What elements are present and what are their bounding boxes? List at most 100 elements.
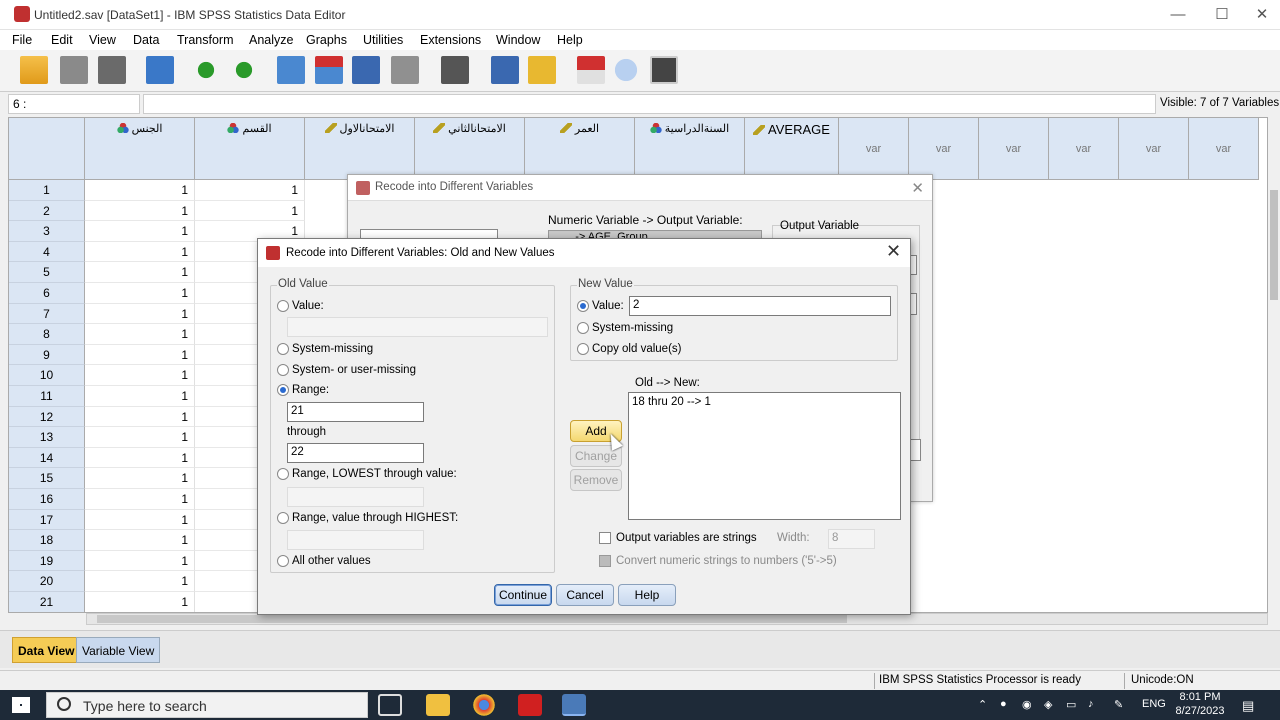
old-new-dialog-close-icon[interactable]: ✕ [886,241,901,262]
empty-var-column-header[interactable]: var [839,118,909,180]
row-header[interactable]: 17 [9,509,85,531]
empty-var-column-header[interactable]: var [1189,118,1259,180]
row-header[interactable]: 15 [9,468,85,489]
row-header[interactable]: 18 [9,530,85,551]
old-new-mappings-list[interactable]: 18 thru 20 --> 1 [628,392,901,520]
table-cell[interactable]: 1 [85,592,195,612]
menu-graphs[interactable]: Graphs [306,33,347,47]
menu-analyze[interactable]: Analyze [249,33,293,47]
width-input[interactable]: 8 [828,529,875,549]
row-header[interactable]: 10 [9,365,85,386]
undo-icon[interactable] [192,56,220,84]
table-cell[interactable]: 1 [85,550,195,572]
table-cell[interactable]: 1 [85,571,195,592]
print-icon[interactable] [98,56,126,84]
taskbar-search[interactable]: Type here to search [46,692,368,718]
task-view-icon[interactable] [378,694,402,716]
row-header[interactable]: 16 [9,489,85,510]
close-button[interactable]: ✕ [1242,4,1280,26]
menu-window[interactable]: Window [496,33,540,47]
windows-start-icon[interactable] [12,697,30,713]
range-lowest-input[interactable] [287,487,424,507]
table-cell[interactable]: 1 [85,489,195,510]
use-sets-icon[interactable] [612,56,640,84]
recode-dialog-close-icon[interactable]: ✕ [911,179,924,197]
column-header-1[interactable]: الجنس [85,118,195,180]
empty-var-column-header[interactable]: var [909,118,979,180]
column-header-3[interactable]: الامتحانالاول [305,118,415,180]
language-indicator[interactable]: ENG [1142,698,1166,710]
row-header[interactable]: 20 [9,571,85,592]
table-cell[interactable]: 1 [85,468,195,489]
table-cell[interactable]: 1 [85,283,195,304]
continue-button[interactable]: Continue [494,584,552,606]
notifications-icon[interactable]: ▤ [1242,698,1254,714]
table-cell[interactable]: 1 [85,386,195,407]
row-header[interactable]: 5 [9,262,85,283]
chrome-icon[interactable] [472,694,496,716]
table-cell[interactable]: 1 [195,200,305,222]
row-header[interactable]: 14 [9,447,85,469]
table-cell[interactable]: 1 [85,447,195,469]
column-header-7[interactable]: AVERAGE [745,118,839,180]
row-header[interactable]: 3 [9,221,85,242]
row-header[interactable]: 1 [9,180,85,201]
row-header[interactable]: 11 [9,386,85,407]
vertical-scrollbar[interactable] [1268,178,1280,610]
row-header[interactable]: 7 [9,303,85,325]
row-header[interactable]: 12 [9,406,85,428]
table-cell[interactable]: 1 [85,324,195,345]
table-cell[interactable]: 1 [85,303,195,325]
table-cell[interactable]: 1 [85,221,195,242]
row-header[interactable]: 6 [9,283,85,304]
cancel-button[interactable]: Cancel [556,584,614,606]
show-hidden-icons-icon[interactable]: ⌃ [978,698,987,711]
redo-icon[interactable] [230,56,258,84]
column-header-5[interactable]: العمر [525,118,635,180]
remove-button[interactable]: Remove [570,469,622,491]
mapping-item[interactable]: 18 thru 20 --> 1 [632,396,897,408]
range-highest-input[interactable] [287,530,424,550]
variables-icon[interactable] [352,56,380,84]
menu-extensions[interactable]: Extensions [420,33,481,47]
table-cell[interactable]: 1 [85,427,195,448]
open-folder-icon[interactable] [20,56,48,84]
value-labels-icon[interactable] [577,56,605,84]
acrobat-icon[interactable] [518,694,542,716]
table-cell[interactable]: 1 [85,530,195,551]
column-header-2[interactable]: القسم [195,118,305,180]
help-button[interactable]: Help [618,584,676,606]
run-descriptives-icon[interactable] [391,56,419,84]
table-cell[interactable]: 1 [85,241,195,263]
menu-transform[interactable]: Transform [177,33,234,47]
table-cell[interactable]: 1 [85,200,195,222]
goto-case-icon[interactable] [277,56,305,84]
goto-variable-icon[interactable] [315,56,343,84]
row-header[interactable]: 19 [9,550,85,572]
pen-icon[interactable]: ✎ [1114,698,1123,711]
taskbar-clock[interactable]: 8:01 PM 8/27/2023 [1170,690,1230,718]
cell-editor[interactable] [143,94,1156,114]
convert-numeric-checkbox[interactable] [599,555,611,567]
file-explorer-icon[interactable] [426,694,450,716]
extension-icon[interactable] [650,56,678,84]
row-header[interactable]: 8 [9,324,85,345]
insert-variable-icon[interactable] [528,56,556,84]
empty-var-column-header[interactable]: var [1119,118,1189,180]
empty-var-column-header[interactable]: var [1049,118,1119,180]
maximize-button[interactable]: ☐ [1202,4,1242,26]
menu-file[interactable]: File [12,33,32,47]
table-cell[interactable]: 1 [85,365,195,386]
old-value-input[interactable] [287,317,548,337]
microphone-icon[interactable]: ● [1000,698,1007,710]
minimize-button[interactable]: — [1158,4,1198,26]
tray-app2-icon[interactable]: ◈ [1044,698,1052,711]
row-header[interactable]: 2 [9,200,85,222]
dialog-recall-icon[interactable] [146,56,174,84]
menu-view[interactable]: View [89,33,116,47]
row-header[interactable]: 4 [9,241,85,263]
empty-var-column-header[interactable]: var [979,118,1049,180]
spss-taskbar-icon[interactable] [562,694,586,716]
network-icon[interactable]: ▭ [1066,698,1076,711]
column-header-4[interactable]: الامتحانالثاني [415,118,525,180]
